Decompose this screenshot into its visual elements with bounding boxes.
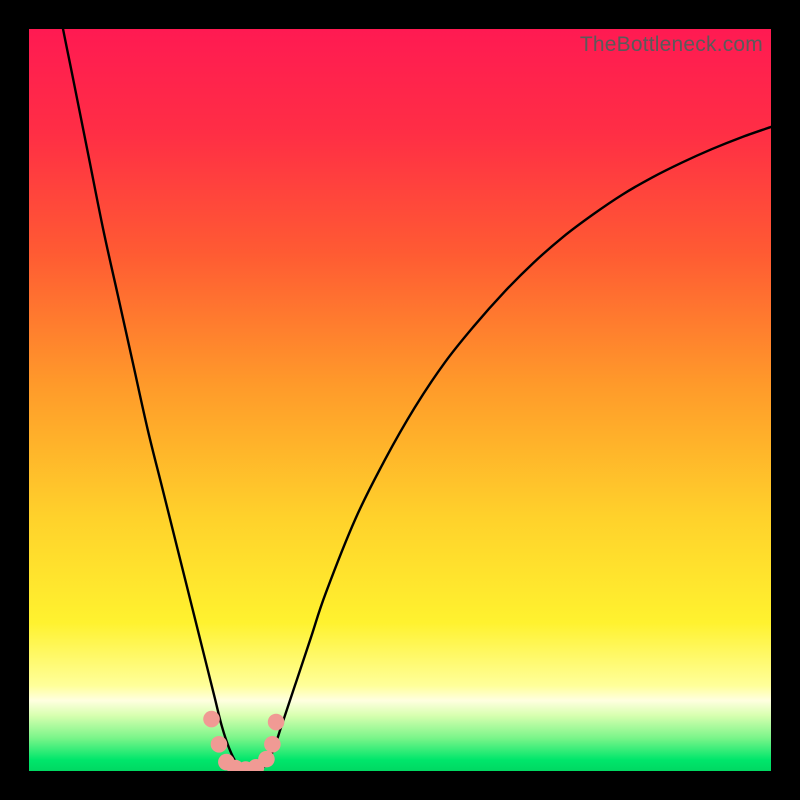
data-marker xyxy=(264,736,281,753)
chart-frame: TheBottleneck.com xyxy=(0,0,800,800)
data-marker xyxy=(211,736,228,753)
plot-area: TheBottleneck.com xyxy=(29,29,771,771)
data-marker xyxy=(203,711,220,728)
data-marker xyxy=(268,714,285,731)
curve-markers xyxy=(203,711,284,771)
curve-layer xyxy=(29,29,771,771)
bottleneck-curve xyxy=(29,29,771,771)
data-marker xyxy=(258,751,275,768)
watermark-text: TheBottleneck.com xyxy=(580,33,763,57)
